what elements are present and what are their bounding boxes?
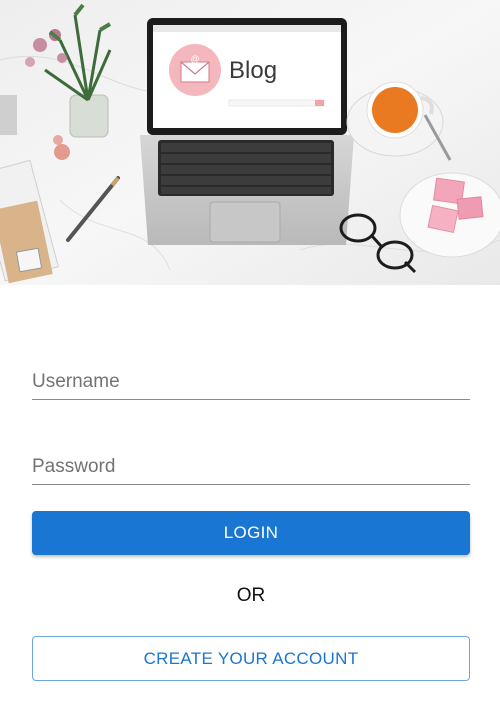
create-account-button[interactable]: CREATE YOUR ACCOUNT — [32, 636, 470, 681]
password-field-wrapper — [32, 438, 470, 485]
screen-heading: Blog — [229, 57, 277, 84]
password-input[interactable] — [32, 456, 470, 478]
username-field-wrapper — [32, 353, 470, 400]
desk-illustration: @ Blog — [0, 0, 500, 285]
laptop: @ Blog — [140, 18, 354, 245]
hero-image: @ Blog — [0, 0, 500, 285]
svg-text:@: @ — [190, 54, 199, 64]
or-divider-text: OR — [236, 585, 266, 606]
sweets-plate — [399, 172, 500, 258]
login-button[interactable]: LOGIN — [32, 511, 470, 555]
username-input[interactable] — [32, 371, 470, 393]
